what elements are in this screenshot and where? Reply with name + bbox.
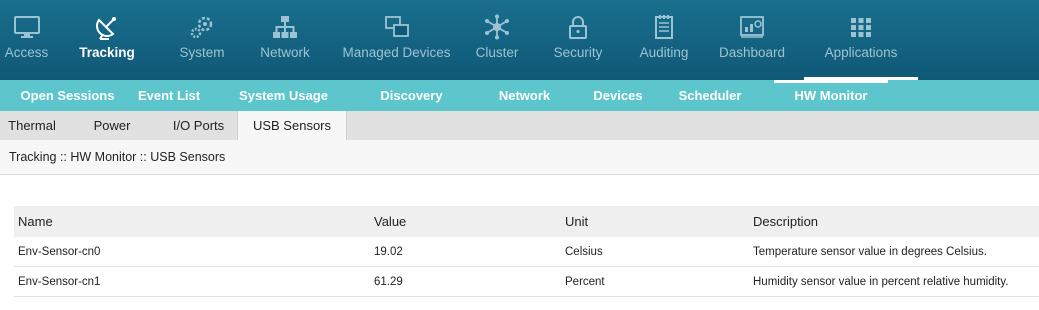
satellite-dish-icon: [92, 13, 122, 41]
tab-usb-sensors[interactable]: USB Sensors: [237, 111, 347, 140]
cell-name: Env-Sensor-cn0: [18, 246, 101, 258]
cell-unit: Celsius: [565, 246, 603, 258]
subnav-system-usage[interactable]: System Usage: [203, 80, 364, 111]
column-header-unit[interactable]: Unit: [561, 206, 749, 237]
notepad-icon: [649, 13, 679, 41]
tab-thermal[interactable]: Thermal: [0, 111, 64, 140]
nav-network-label: Network: [260, 45, 310, 60]
nav-managed-devices-label: Managed Devices: [342, 45, 451, 60]
tab-io-ports[interactable]: I/O Ports: [160, 111, 237, 140]
column-header-description[interactable]: Description: [749, 206, 1039, 237]
nav-managed-devices[interactable]: Managed Devices: [327, 0, 466, 80]
column-header-name[interactable]: Name: [14, 206, 370, 237]
subnav-network[interactable]: Network: [459, 80, 590, 111]
subnav-open-sessions[interactable]: Open Sessions: [0, 80, 135, 111]
subnav-discovery-logs[interactable]: Discovery Logs: [364, 80, 459, 134]
nav-auditing[interactable]: Auditing: [628, 0, 700, 80]
nav-auditing-label: Auditing: [639, 45, 689, 60]
dashboard-chart-icon: [737, 13, 767, 41]
nav-access[interactable]: Access: [0, 0, 53, 80]
nav-applications[interactable]: Applications: [804, 0, 918, 80]
windows-icon: [382, 13, 412, 41]
cluster-hub-icon: [482, 13, 512, 41]
table-row[interactable]: Env-Sensor-cn0 19.02 Celsius Temperature…: [14, 237, 1039, 267]
nav-security[interactable]: Security: [528, 0, 628, 80]
nav-network[interactable]: Network: [243, 0, 327, 80]
table-row[interactable]: Env-Sensor-cn1 61.29 Percent Humidity se…: [14, 267, 1039, 297]
nav-cluster[interactable]: Cluster: [466, 0, 528, 80]
nav-applications-label: Applications: [824, 45, 898, 60]
table-header: Name Value Unit Description: [14, 206, 1039, 237]
cell-value: 19.02: [374, 246, 403, 258]
nav-tracking-label: Tracking: [79, 45, 135, 60]
cell-value: 61.29: [374, 276, 403, 288]
breadcrumb: Tracking :: HW Monitor :: USB Sensors: [0, 140, 1039, 175]
nav-system[interactable]: System: [161, 0, 243, 80]
column-header-value[interactable]: Value: [370, 206, 561, 237]
subnav-hw-monitor[interactable]: HW Monitor: [774, 80, 888, 111]
usb-sensors-table: Name Value Unit Description Env-Sensor-c…: [14, 206, 1039, 297]
cell-unit: Percent: [565, 276, 605, 288]
cell-description: Temperature sensor value in degrees Cels…: [753, 246, 987, 258]
subnav-event-list[interactable]: Event List: [135, 80, 203, 111]
nav-system-label: System: [179, 45, 225, 60]
nav-tracking[interactable]: Tracking: [53, 0, 161, 80]
tab-power[interactable]: Power: [64, 111, 160, 140]
top-nav: Access Tracking System Network Managed D…: [0, 0, 1039, 80]
lock-icon: [563, 13, 593, 41]
nav-cluster-label: Cluster: [475, 45, 519, 60]
subnav-devices[interactable]: Devices: [590, 80, 646, 111]
cell-name: Env-Sensor-cn1: [18, 276, 101, 288]
nav-dashboard[interactable]: Dashboard: [700, 0, 804, 80]
subnav-scheduler[interactable]: Scheduler: [646, 80, 774, 111]
sub-nav: Open Sessions Event List System Usage Di…: [0, 80, 1039, 134]
network-tree-icon: [270, 13, 300, 41]
grid-apps-icon: [846, 13, 876, 41]
nav-dashboard-label: Dashboard: [718, 45, 786, 60]
monitor-icon: [12, 13, 42, 41]
hw-monitor-tabs: Thermal Power I/O Ports USB Sensors: [0, 111, 1039, 140]
nav-access-label: Access: [4, 45, 49, 60]
nav-security-label: Security: [553, 45, 603, 60]
cell-description: Humidity sensor value in percent relativ…: [753, 276, 1009, 288]
gears-icon: [187, 13, 217, 41]
